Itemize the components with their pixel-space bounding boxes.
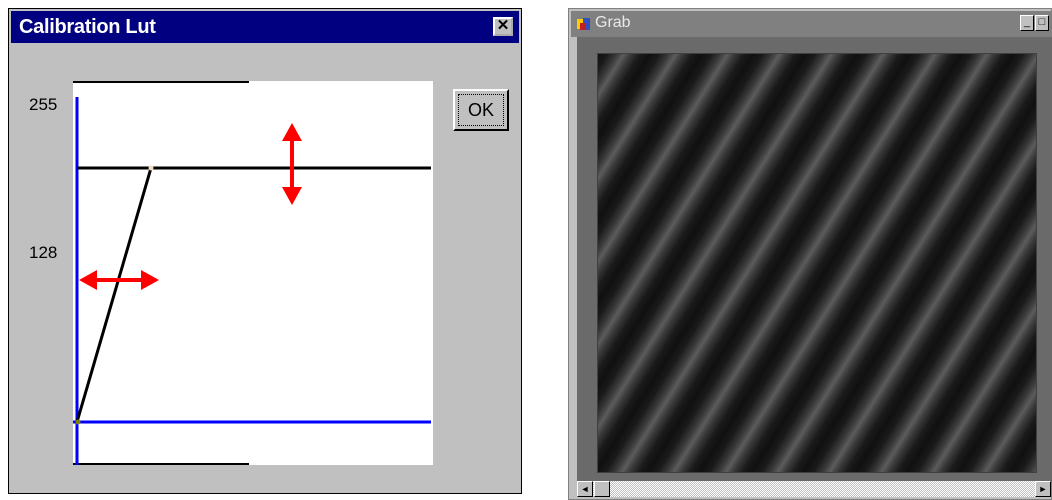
- window-controls: _ □: [1020, 15, 1049, 33]
- y-label-128: 128: [29, 243, 58, 262]
- ok-button-label: OK: [458, 94, 504, 126]
- calibration-lut-window: Calibration Lut ✕ 255 128 OK: [8, 8, 522, 494]
- scroll-right-icon: ►: [1038, 484, 1048, 494]
- ramp-top-handle: [148, 165, 154, 171]
- scroll-left-icon: ◄: [580, 484, 590, 494]
- origin-handle: [75, 419, 81, 425]
- scroll-left-button[interactable]: ◄: [577, 481, 593, 497]
- minimize-button[interactable]: _: [1020, 15, 1034, 31]
- window-title: Grab: [595, 14, 631, 31]
- ok-button[interactable]: OK: [453, 89, 509, 131]
- lut-graph: [73, 81, 431, 465]
- minimize-icon: _: [1023, 16, 1031, 28]
- y-label-255: 255: [29, 95, 58, 114]
- ramp-line: [75, 167, 153, 423]
- vertical-drag-arrow: [282, 123, 302, 205]
- close-button[interactable]: ✕: [493, 17, 513, 36]
- title-bar[interactable]: Grab _ □: [571, 11, 1051, 37]
- window-title: Calibration Lut: [19, 16, 156, 38]
- maximize-icon: □: [1038, 16, 1046, 28]
- scroll-thumb[interactable]: [594, 481, 610, 497]
- lut-plot-area[interactable]: [73, 81, 433, 465]
- horizontal-scrollbar[interactable]: ◄ ►: [577, 481, 1051, 497]
- close-icon: ✕: [496, 17, 510, 34]
- image-frame: [577, 37, 1052, 483]
- scroll-right-button[interactable]: ►: [1035, 481, 1051, 497]
- grab-window: Grab _ □ ◄ ►: [568, 8, 1052, 500]
- maximize-button[interactable]: □: [1035, 15, 1049, 31]
- title-bar[interactable]: Calibration Lut ✕: [11, 11, 519, 43]
- grabbed-fringe-image: [597, 53, 1037, 473]
- app-icon: [577, 18, 590, 30]
